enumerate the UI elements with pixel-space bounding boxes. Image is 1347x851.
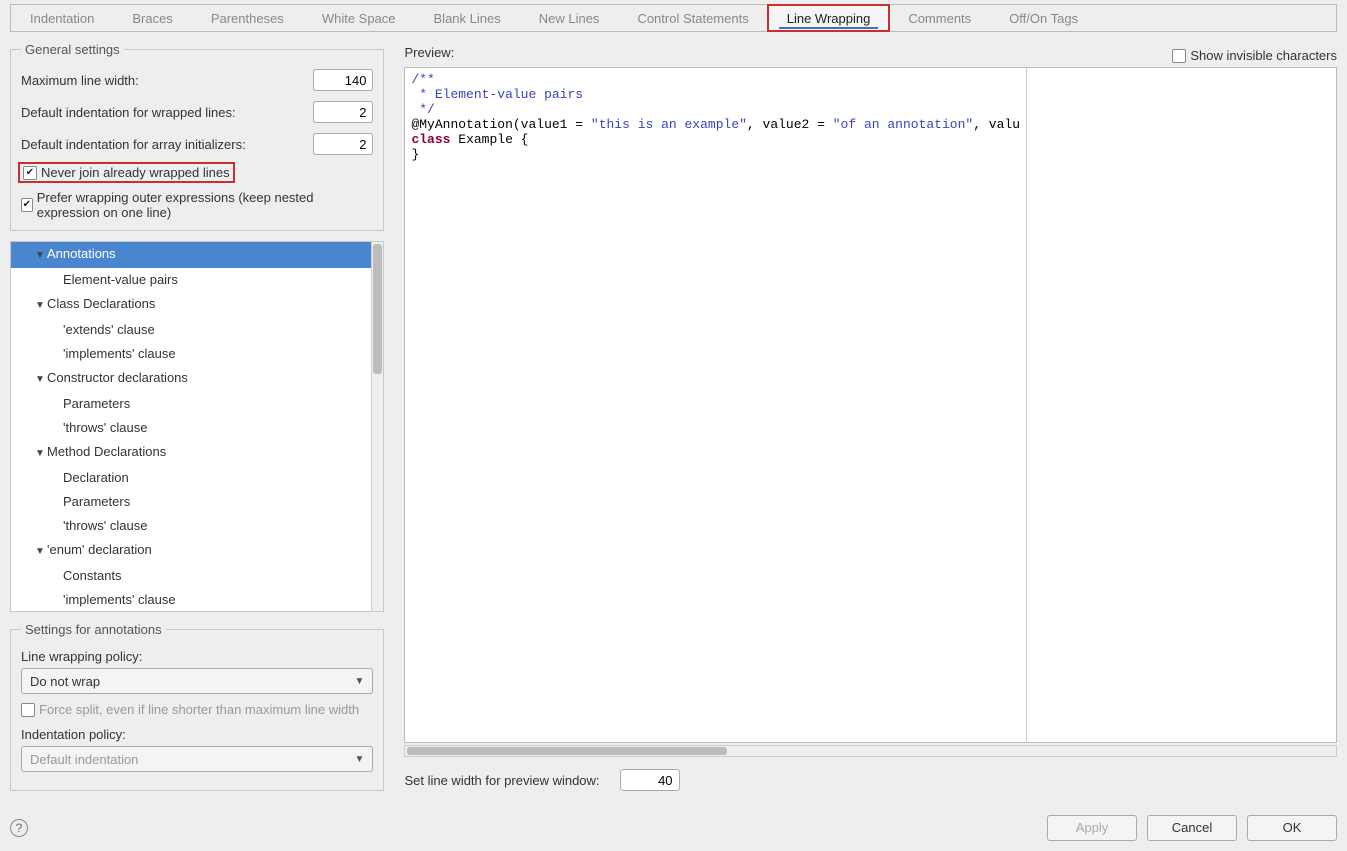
default-indent-wrapped-input[interactable]	[313, 101, 373, 123]
tree-item-label: 'enum' declaration	[47, 542, 152, 557]
preview-gutter	[1026, 68, 1336, 742]
tab-white-space[interactable]: White Space	[303, 5, 415, 31]
chevron-down-icon[interactable]: ▼	[35, 296, 47, 316]
tree-item[interactable]: ▼Class Declarations	[11, 292, 371, 318]
tree-item[interactable]: ▼Constructor declarations	[11, 366, 371, 392]
set-line-width-input[interactable]	[620, 769, 680, 791]
tabs-bar: IndentationBracesParenthesesWhite SpaceB…	[10, 4, 1337, 32]
tab-off-on-tags[interactable]: Off/On Tags	[990, 5, 1097, 31]
never-join-checkbox[interactable]	[23, 166, 37, 180]
show-invisible-label: Show invisible characters	[1190, 48, 1337, 63]
tree-item[interactable]: 'extends' clause	[11, 318, 371, 342]
tab-indentation[interactable]: Indentation	[11, 5, 113, 31]
tree-item-label: Annotations	[47, 246, 116, 261]
force-split-checkbox[interactable]	[21, 703, 35, 717]
preview-box: /** * Element-value pairs */@MyAnnotatio…	[404, 67, 1337, 743]
tree-scrollbar-thumb[interactable]	[373, 244, 382, 374]
help-icon[interactable]: ?	[10, 819, 28, 837]
default-indent-array-input[interactable]	[313, 133, 373, 155]
general-settings-legend: General settings	[21, 42, 124, 57]
tree-item[interactable]: 'implements' clause	[11, 342, 371, 366]
preview-h-scrollbar-thumb[interactable]	[407, 747, 727, 755]
prefer-wrap-checkbox[interactable]	[21, 198, 33, 212]
tree-item-label: Method Declarations	[47, 444, 166, 459]
tree-item[interactable]: ▼Annotations	[11, 242, 371, 268]
category-tree[interactable]: ▼AnnotationsElement-value pairs▼Class De…	[11, 242, 371, 611]
tree-item-label: Parameters	[63, 494, 130, 509]
tree-item-label: 'throws' clause	[63, 420, 147, 435]
tree-item-label: Class Declarations	[47, 296, 155, 311]
tab-new-lines[interactable]: New Lines	[520, 5, 619, 31]
force-split-label: Force split, even if line shorter than m…	[39, 702, 359, 717]
settings-for-annotations-group: Settings for annotations Line wrapping p…	[10, 622, 384, 791]
tab-blank-lines[interactable]: Blank Lines	[415, 5, 520, 31]
tree-item[interactable]: Parameters	[11, 490, 371, 514]
tree-item[interactable]: ▼'enum' declaration	[11, 538, 371, 564]
tree-item[interactable]: ▼Method Declarations	[11, 440, 371, 466]
max-line-width-label: Maximum line width:	[21, 73, 313, 88]
tree-item-label: 'throws' clause	[63, 518, 147, 533]
apply-button[interactable]: Apply	[1047, 815, 1137, 841]
tree-item-label: Declaration	[63, 470, 129, 485]
indent-policy-value: Default indentation	[30, 752, 138, 767]
never-join-label: Never join already wrapped lines	[41, 165, 230, 180]
tree-item[interactable]: 'implements' clause	[11, 588, 371, 611]
preview-label: Preview:	[404, 45, 454, 60]
chevron-down-icon: ▼	[355, 676, 365, 687]
tree-item-label: 'implements' clause	[63, 346, 176, 361]
wrap-policy-label: Line wrapping policy:	[21, 649, 373, 664]
preview-h-scrollbar[interactable]	[404, 745, 1337, 757]
indent-policy-select[interactable]: Default indentation ▼	[21, 746, 373, 772]
tree-item[interactable]: Constants	[11, 564, 371, 588]
tab-line-wrapping[interactable]: Line Wrapping	[768, 5, 890, 31]
prefer-wrap-label: Prefer wrapping outer expressions (keep …	[37, 190, 374, 220]
show-invisible-checkbox[interactable]	[1172, 49, 1186, 63]
tree-item-label: Constructor declarations	[47, 370, 188, 385]
tree-item[interactable]: Declaration	[11, 466, 371, 490]
tree-item-label: Parameters	[63, 396, 130, 411]
general-settings-group: General settings Maximum line width: Def…	[10, 42, 384, 231]
default-indent-array-label: Default indentation for array initialize…	[21, 137, 313, 152]
tree-scrollbar[interactable]	[371, 242, 383, 611]
tree-item-label: 'implements' clause	[63, 592, 176, 607]
ok-button[interactable]: OK	[1247, 815, 1337, 841]
tree-item-label: Constants	[63, 568, 122, 583]
tab-parentheses[interactable]: Parentheses	[192, 5, 303, 31]
default-indent-wrapped-label: Default indentation for wrapped lines:	[21, 105, 313, 120]
wrap-policy-select[interactable]: Do not wrap ▼	[21, 668, 373, 694]
tree-item-label: Element-value pairs	[63, 272, 178, 287]
tab-control-statements[interactable]: Control Statements	[618, 5, 767, 31]
set-line-width-label: Set line width for preview window:	[404, 773, 599, 788]
tab-braces[interactable]: Braces	[113, 5, 191, 31]
indent-policy-label: Indentation policy:	[21, 727, 373, 742]
tab-comments[interactable]: Comments	[889, 5, 990, 31]
tree-item[interactable]: 'throws' clause	[11, 416, 371, 440]
code-preview: /** * Element-value pairs */@MyAnnotatio…	[405, 68, 1026, 742]
wrap-policy-value: Do not wrap	[30, 674, 100, 689]
tree-item[interactable]: Element-value pairs	[11, 268, 371, 292]
cancel-button[interactable]: Cancel	[1147, 815, 1237, 841]
chevron-down-icon[interactable]: ▼	[35, 370, 47, 390]
tree-container: ▼AnnotationsElement-value pairs▼Class De…	[10, 241, 384, 612]
settings-for-annotations-legend: Settings for annotations	[21, 622, 166, 637]
chevron-down-icon[interactable]: ▼	[35, 246, 47, 266]
tree-item[interactable]: 'throws' clause	[11, 514, 371, 538]
chevron-down-icon: ▼	[355, 754, 365, 765]
max-line-width-input[interactable]	[313, 69, 373, 91]
chevron-down-icon[interactable]: ▼	[35, 444, 47, 464]
tree-item[interactable]: Parameters	[11, 392, 371, 416]
tree-item-label: 'extends' clause	[63, 322, 155, 337]
chevron-down-icon[interactable]: ▼	[35, 542, 47, 562]
